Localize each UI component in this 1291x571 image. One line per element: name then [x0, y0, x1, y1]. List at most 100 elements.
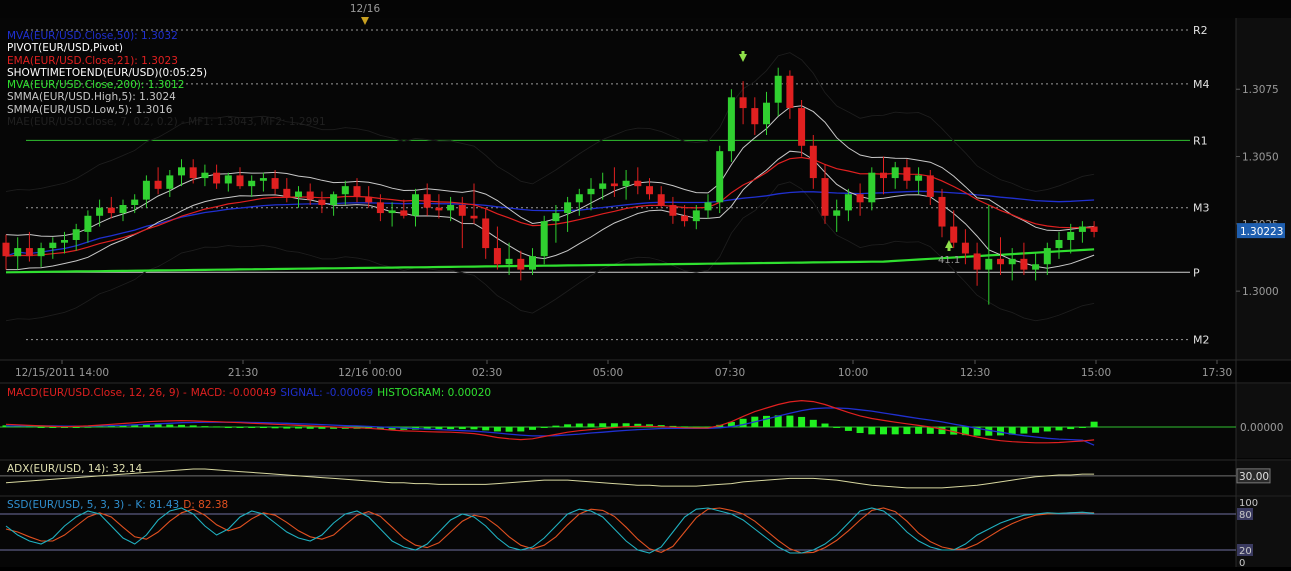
macd-histogram-bar: [868, 426, 876, 435]
candle-body: [25, 248, 33, 257]
candle-body: [727, 97, 735, 152]
macd-histogram-bar: [493, 426, 501, 432]
macd-histogram-bar: [517, 426, 525, 432]
adx-panel-bg: [0, 461, 1236, 495]
candle-body: [14, 248, 22, 257]
candle-body: [458, 205, 466, 216]
candle-body: [540, 221, 548, 257]
candle-body: [599, 183, 607, 189]
macd-histogram-bar: [610, 423, 618, 427]
candle-body: [552, 213, 560, 222]
candle-body: [692, 210, 700, 222]
candle-body: [2, 242, 10, 257]
candle-body: [96, 207, 104, 216]
candle-body: [575, 194, 583, 203]
candle-body: [1020, 258, 1028, 270]
adx-axis-label: 30.00: [1239, 471, 1269, 483]
time-tick-label: 07:30: [715, 367, 745, 379]
time-tick-label: 15:00: [1081, 367, 1111, 379]
macd-histogram-bar: [295, 426, 302, 429]
candle-body: [435, 207, 443, 211]
macd-histogram-bar: [1055, 426, 1063, 431]
candle-body: [622, 180, 630, 187]
macd-histogram-bar: [447, 426, 455, 430]
time-tick-label: 12:30: [960, 367, 990, 379]
macd-histogram-bar: [915, 426, 923, 434]
candle-body: [961, 242, 969, 254]
macd-histogram-bar: [575, 423, 583, 427]
candle-body: [493, 248, 501, 265]
macd-histogram-bar: [49, 426, 57, 428]
macd-histogram-bar: [72, 426, 80, 428]
macd-histogram-bar: [458, 426, 466, 430]
time-tick-label: 05:00: [593, 367, 623, 379]
candle-body: [587, 188, 595, 195]
macd-histogram-bar: [529, 426, 536, 430]
candle-body: [178, 167, 185, 176]
macd-histogram-bar: [37, 426, 45, 428]
candle-body: [1055, 240, 1063, 249]
candle-body: [341, 186, 349, 195]
macd-histogram-bar: [178, 424, 185, 427]
legend-entry: HISTOGRAM: 0.00020: [377, 387, 492, 399]
candle-body: [751, 108, 759, 125]
candle-body: [365, 196, 373, 203]
legend-entry: MACD(EUR/USD.Close, 12, 26, 9) -: [7, 387, 187, 399]
candle-body: [774, 75, 782, 103]
candle-body: [926, 175, 934, 197]
stoch-axis-label: 0: [1239, 558, 1245, 567]
candle-body: [903, 167, 911, 181]
pivot-label-r2: R2: [1193, 24, 1208, 37]
macd-histogram-bar: [821, 423, 829, 427]
candle-body: [786, 75, 794, 109]
candle-body: [891, 167, 899, 179]
macd-histogram-bar: [552, 425, 560, 427]
macd-histogram-bar: [154, 424, 162, 427]
candle-body: [985, 258, 993, 270]
candle-body: [119, 205, 127, 214]
macd-histogram-bar: [224, 426, 232, 428]
macd-histogram-bar: [938, 426, 946, 435]
macd-histogram-bar: [259, 426, 267, 429]
candle-body: [610, 183, 618, 187]
macd-histogram-bar: [844, 426, 852, 431]
candle-body: [681, 215, 689, 222]
pivot-label-m4: M4: [1193, 78, 1210, 91]
candle-body: [564, 202, 572, 214]
macd-histogram-bar: [1078, 426, 1086, 428]
macd-histogram-bar: [833, 426, 841, 428]
candle-body: [306, 191, 314, 200]
candle-body: [1067, 231, 1075, 240]
time-tick-label: 17:30: [1202, 367, 1232, 379]
candle-body: [938, 196, 946, 227]
macd-axis-label: 0.00000: [1240, 422, 1283, 434]
candle-body: [189, 167, 197, 179]
macd-histogram-bar: [470, 426, 478, 430]
candle-body: [224, 175, 232, 184]
macd-histogram-bar: [1090, 421, 1098, 427]
stoch-axis-label: 20: [1239, 546, 1252, 557]
legend-entry: PIVOT(EUR/USD,Pivot): [7, 42, 123, 55]
chart-stage: R2 M4 R1 M3 P M2 41.1 0.00000 30.00 100 80 20 0 1…: [0, 0, 1291, 569]
time-tick-label: 12/15/2011 14:00: [15, 367, 109, 379]
candle-body: [716, 151, 724, 203]
annotation-text: 41.1: [938, 255, 960, 266]
macd-histogram-bar: [306, 426, 314, 429]
candle-body: [950, 226, 958, 243]
candle-body: [739, 97, 747, 109]
macd-histogram-bar: [236, 426, 244, 428]
candle-body: [517, 258, 525, 270]
legend-entry: EMA(EUR/USD.Close,21): 1.3023: [7, 54, 178, 67]
pivot-label-m2: M2: [1193, 334, 1210, 347]
macd-histogram-bar: [739, 418, 747, 427]
top-date-marker: 12/16: [350, 3, 381, 15]
legend-entry: MVA(EUR/USD.Close,200): 1.3012: [7, 79, 185, 92]
price-legend: MVA(EUR/USD.Close,50): 1.3032 PIVOT(EUR/U…: [7, 30, 326, 128]
legend-entry: SHOWTIMETOEND(EUR/USD)(0:05:25): [7, 66, 208, 79]
macd-histogram-bar: [318, 426, 326, 429]
candle-body: [295, 191, 302, 197]
candle-body: [376, 202, 384, 214]
legend-entry: MACD: -0.00049: [190, 387, 277, 399]
macd-histogram-bar: [505, 426, 513, 432]
candle-body: [529, 256, 536, 270]
